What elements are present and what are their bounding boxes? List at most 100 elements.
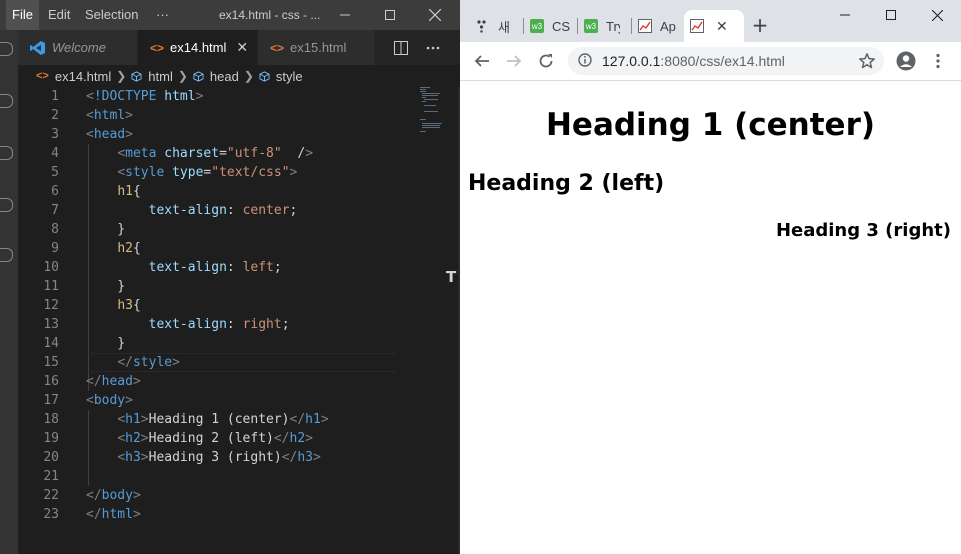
breadcrumb-item-style[interactable]: style (259, 69, 303, 84)
line-number: 11 (43, 279, 59, 294)
chrome-tabstrip: 새 w3 CS w3 Try Ap ✕ + (460, 0, 961, 42)
menu-selection[interactable]: Selection (79, 0, 144, 30)
code-text: text-align: right; (148, 317, 290, 332)
code-text: </style> (117, 355, 180, 370)
url-host: 127.0.0.1 (602, 53, 661, 69)
tab-welcome[interactable]: Welcome (18, 30, 138, 65)
breadcrumb-label: ex14.html (54, 68, 112, 84)
chevron-right-icon: ❯ (116, 69, 127, 83)
minimap[interactable] (420, 87, 450, 147)
pane-splitter[interactable]: T (446, 268, 456, 286)
chrome-maximize-button[interactable] (868, 0, 914, 30)
browser-tab-active[interactable]: ✕ (684, 10, 744, 42)
code-text: <body> (86, 393, 133, 408)
maximize-button[interactable] (367, 0, 413, 30)
line-number: 8 (51, 222, 59, 237)
chevron-right-icon: ❯ (243, 69, 254, 83)
code-text: h2{ (117, 241, 141, 256)
extensions-icon[interactable] (0, 248, 13, 262)
line-number: 7 (51, 203, 59, 218)
tab-label: ex15.html (290, 40, 347, 55)
code-text: text-align: center; (148, 203, 298, 218)
browser-tab-4[interactable]: Ap (632, 10, 690, 42)
tab-ex14[interactable]: <> ex14.html ✕ (138, 30, 258, 65)
browser-tab-2[interactable]: w3 CS (524, 10, 582, 42)
line-number: 6 (51, 184, 59, 199)
code-editor[interactable]: 1 <!DOCTYPE html> 2 <html> 3 <head> 4 <meta ch… (18, 87, 460, 554)
split-editor-button[interactable] (386, 30, 416, 65)
browser-tab-1[interactable]: 새 (470, 10, 528, 42)
run-debug-icon[interactable] (0, 198, 13, 212)
line-number: 12 (43, 298, 59, 313)
maximize-icon (385, 10, 395, 20)
minimize-button[interactable] (322, 0, 368, 30)
line-number: 22 (43, 488, 59, 503)
line-number: 18 (43, 412, 59, 427)
code-text: } (86, 336, 126, 351)
bookmark-star-icon[interactable] (858, 52, 876, 70)
close-tab-icon[interactable]: ✕ (716, 18, 728, 35)
vscode-window: File Edit Selection ··· ex14.html - css … (0, 0, 460, 554)
menu-file[interactable]: File (6, 0, 39, 30)
account-avatar-icon (896, 51, 916, 71)
code-text: </html> (86, 507, 141, 522)
breadcrumb-item-head[interactable]: head (193, 69, 239, 84)
page-viewport[interactable]: Heading 1 (center) Heading 2 (left) Head… (460, 81, 961, 554)
code-text: </body> (86, 488, 141, 503)
close-window-button[interactable] (412, 0, 458, 30)
menu-more[interactable]: ··· (150, 0, 175, 30)
maximize-icon (886, 10, 896, 20)
line-number: 9 (51, 241, 59, 256)
heading-2-left: Heading 2 (left) (468, 171, 665, 196)
forward-arrow-icon (507, 55, 522, 67)
info-icon[interactable] (578, 53, 592, 67)
profile-button[interactable] (892, 47, 920, 75)
split-editor-icon (394, 40, 408, 55)
line-number: 20 (43, 450, 59, 465)
tab-label: ex14.html (170, 40, 227, 55)
code-text: } (86, 222, 126, 237)
close-icon[interactable]: ✕ (236, 39, 248, 56)
breadcrumb-label: head (209, 68, 239, 84)
address-bar[interactable]: 127.0.0.1:8080/css/ex14.html (568, 47, 884, 75)
forward-button[interactable] (500, 47, 528, 75)
code-text: <!DOCTYPE html> (86, 89, 204, 104)
line-number: 16 (43, 374, 59, 389)
line-number: 19 (43, 431, 59, 446)
browser-tab-title: 새 (498, 19, 510, 35)
code-text: <h3>Heading 3 (right)</h3> (117, 450, 321, 465)
breadcrumb-label: html (148, 68, 173, 84)
search-icon[interactable] (0, 94, 13, 108)
chrome-close-button[interactable] (914, 0, 960, 30)
line-number: 2 (51, 108, 59, 123)
kebab-menu-icon (936, 53, 940, 69)
more-actions-button[interactable] (418, 30, 448, 65)
heading-1-center: Heading 1 (center) (545, 107, 876, 143)
back-button[interactable] (468, 47, 496, 75)
chrome-window: 새 w3 CS w3 Try Ap ✕ + (460, 0, 961, 554)
new-tab-button[interactable]: + (749, 13, 771, 37)
explorer-icon[interactable] (0, 42, 13, 56)
url-path: :8080/css/ex14.html (660, 53, 785, 69)
tab-ex15[interactable]: <> ex15.html (258, 30, 375, 65)
line-number: 14 (43, 336, 59, 351)
breadcrumb-item-html[interactable]: html (131, 69, 173, 84)
image-icon (690, 19, 704, 33)
line-number: 13 (43, 317, 59, 332)
browser-tab-title: Try (606, 18, 620, 34)
image-icon (638, 19, 652, 33)
code-text: <head> (86, 127, 133, 142)
back-arrow-icon (474, 55, 489, 67)
chevron-right-icon: ❯ (177, 69, 188, 83)
chrome-menu-button[interactable] (924, 47, 952, 75)
svg-text:w3: w3 (585, 22, 597, 31)
breadcrumb-item-file[interactable]: <> ex14.html (36, 69, 111, 84)
code-text: <html> (86, 108, 133, 123)
menu-edit[interactable]: Edit (42, 0, 76, 30)
chrome-minimize-button[interactable] (822, 0, 868, 30)
reload-button[interactable] (532, 47, 560, 75)
more-icon (426, 46, 440, 49)
browser-tab-3[interactable]: w3 Try (578, 10, 636, 42)
html-file-icon: <> (270, 40, 285, 55)
source-control-icon[interactable] (0, 146, 13, 160)
